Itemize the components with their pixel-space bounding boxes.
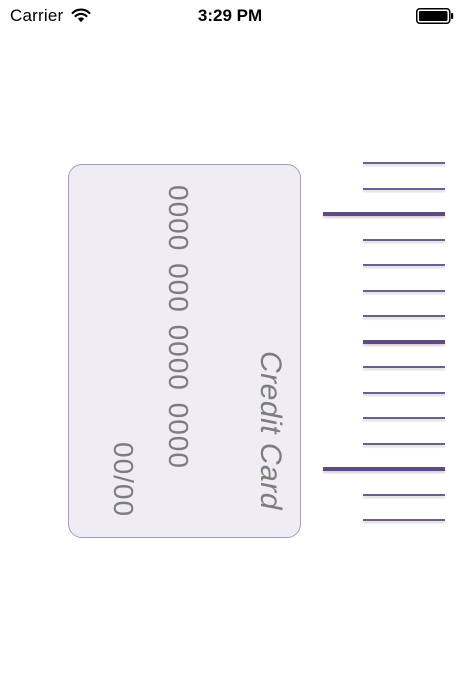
clock: 3:29 PM — [197, 6, 263, 25]
ruler-tick-minor — [363, 494, 445, 496]
card-expiry-field[interactable]: 00/00 — [107, 442, 139, 517]
ruler-tick-major — [323, 212, 445, 216]
ruler-tick-medium — [363, 340, 445, 344]
card-number-field[interactable]: 0000 000 0000 0000 — [162, 185, 194, 469]
ruler-tick-minor — [363, 315, 445, 317]
status-bar: Carrier 3:29 PM — [0, 0, 460, 32]
ruler-tick-minor — [363, 264, 445, 266]
ruler-tick-minor — [363, 162, 445, 164]
ruler-tick-minor — [363, 417, 445, 419]
credit-card[interactable]: Credit Card 0000 000 0000 0000 00/00 — [68, 164, 301, 538]
ruler-tick-minor — [363, 366, 445, 368]
ruler-tick-minor — [363, 392, 445, 394]
ruler-tick-minor — [363, 519, 445, 521]
card-title: Credit Card — [254, 351, 287, 510]
ruler-tick-minor — [363, 443, 445, 445]
ruler-tick-minor — [363, 290, 445, 292]
battery-full-icon — [416, 8, 454, 24]
ruler-tick-minor — [363, 188, 445, 190]
ruler-tick-minor — [363, 239, 445, 241]
ruler-tick-major — [323, 467, 445, 471]
